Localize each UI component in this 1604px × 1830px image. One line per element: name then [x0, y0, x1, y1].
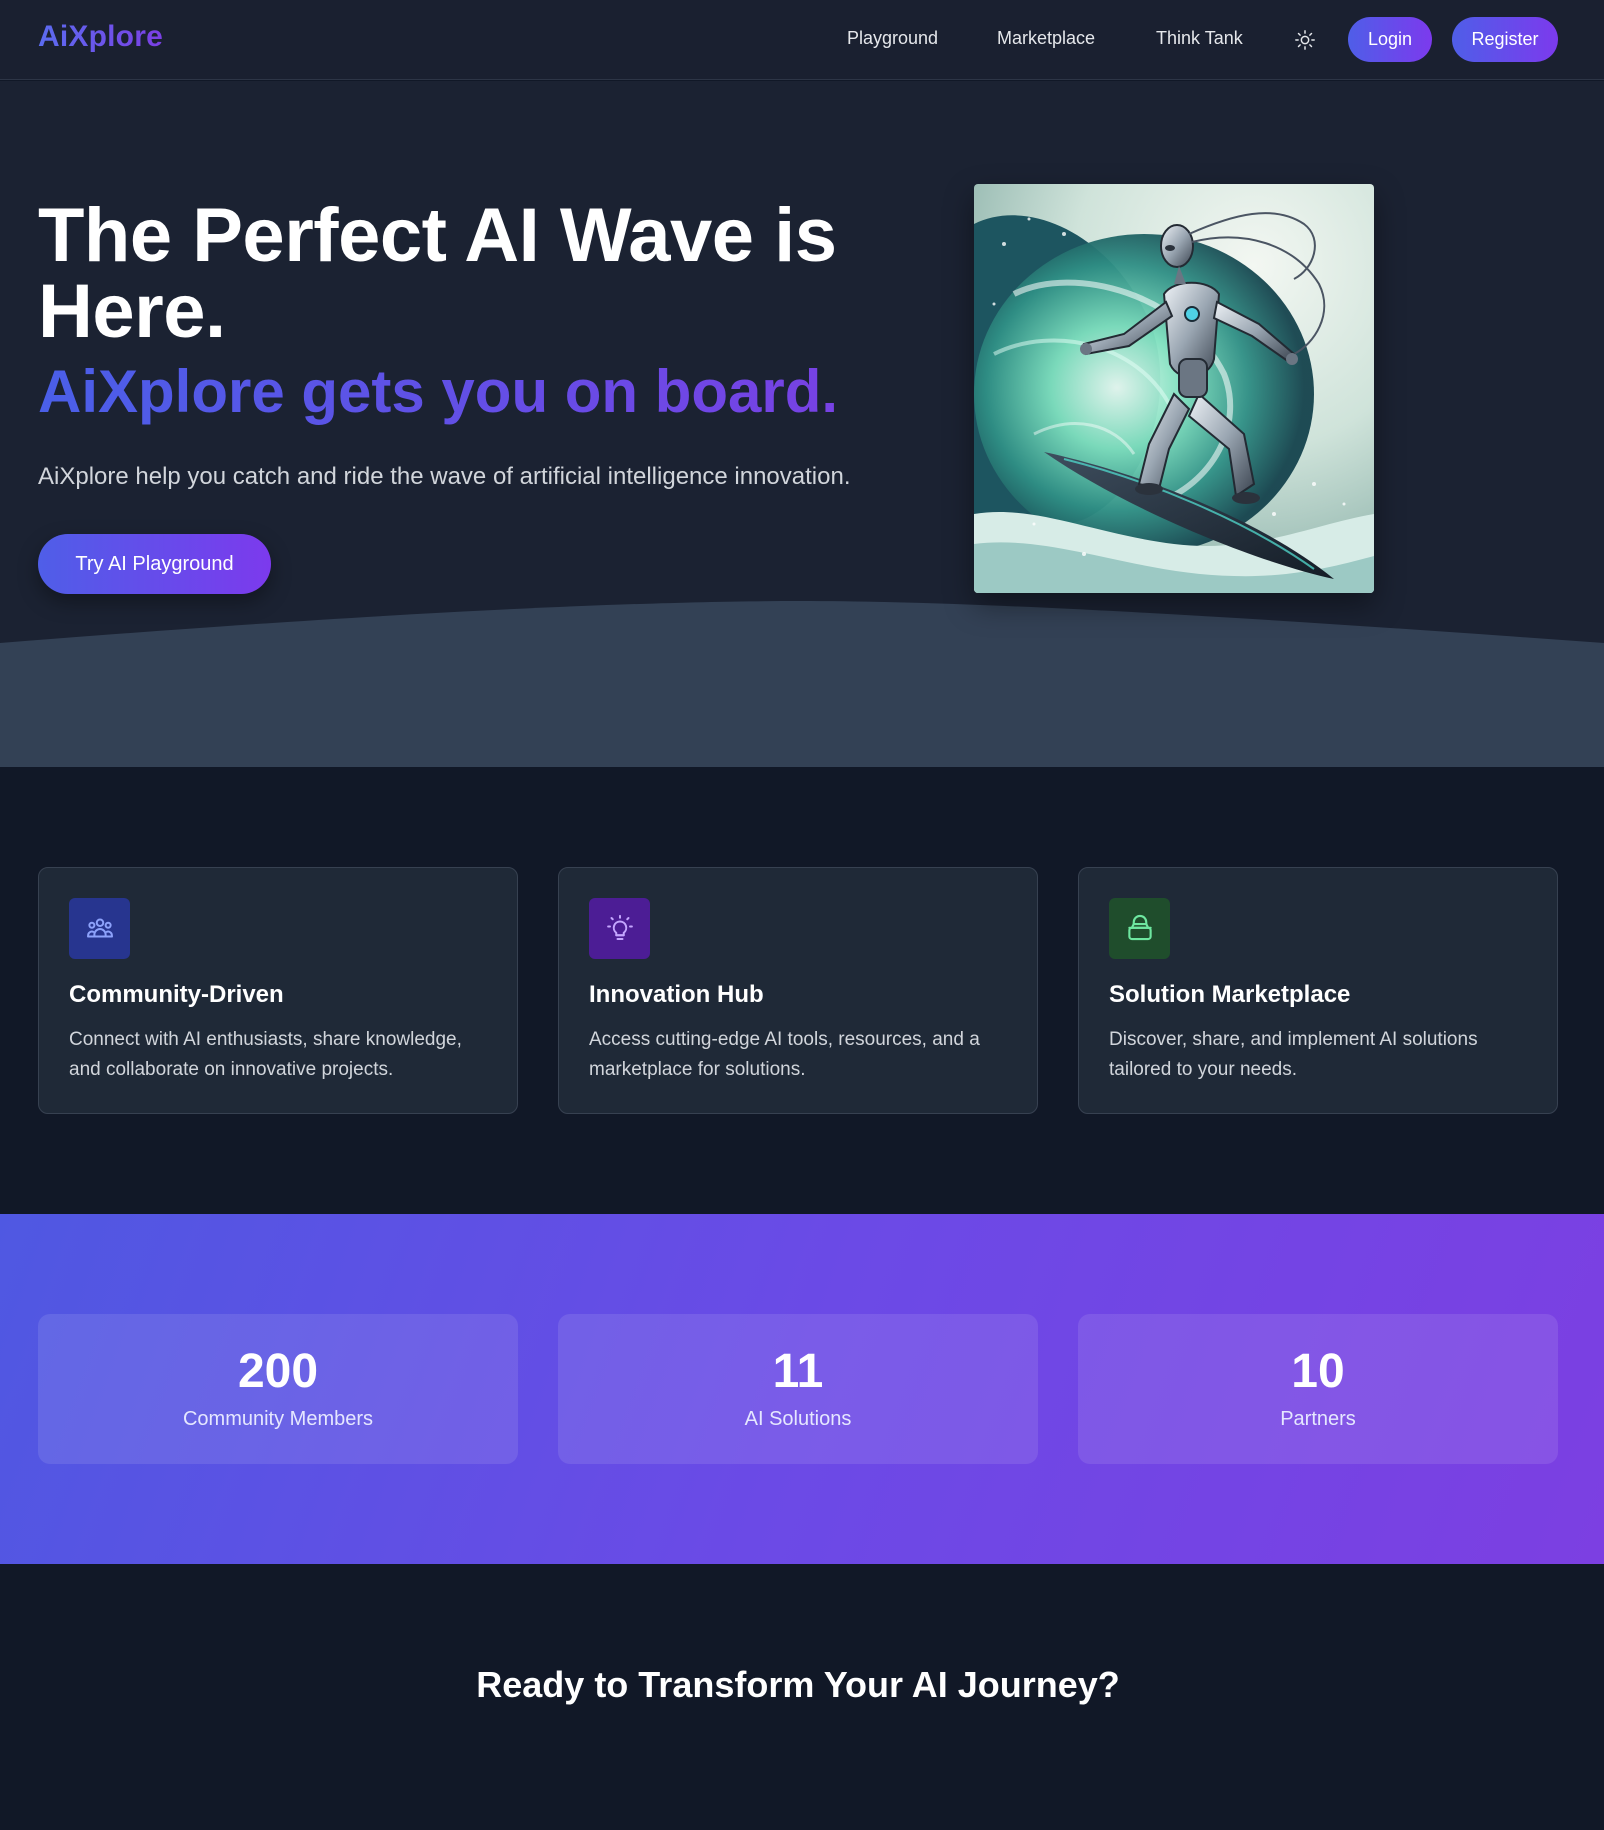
- feature-description: Discover, share, and implement AI soluti…: [1109, 1029, 1478, 1080]
- stat-value: 10: [1291, 1345, 1345, 1398]
- login-button[interactable]: Login: [1348, 17, 1432, 62]
- top-navigation: AiXplore Playground Marketplace Think Ta…: [0, 0, 1604, 80]
- feature-card-innovation: Innovation Hub Access cutting-edge AI to…: [558, 867, 1038, 1114]
- stat-value: 200: [237, 1345, 319, 1398]
- register-button[interactable]: Register: [1452, 17, 1558, 62]
- stat-label: Partners: [1280, 1408, 1356, 1430]
- try-playground-button[interactable]: Try AI Playground: [38, 534, 271, 594]
- brand-logo[interactable]: AiXplore: [38, 20, 163, 54]
- theme-toggle-button[interactable]: [1293, 28, 1317, 52]
- feature-description: Access cutting-edge AI tools, resources,…: [589, 1029, 980, 1080]
- shopping-bag-icon: [1109, 898, 1170, 959]
- hero-title: The Perfect AI Wave is Here.: [38, 193, 837, 354]
- stat-value: 11: [772, 1345, 824, 1398]
- hero-section: The Perfect AI Wave is Here. AiXplore ge…: [0, 81, 1604, 767]
- feature-card-community: Community-Driven Connect with AI enthusi…: [38, 867, 518, 1114]
- features-section: Community-Driven Connect with AI enthusi…: [0, 767, 1604, 1214]
- stat-card-members: 200 Community Members: [38, 1314, 518, 1464]
- stat-card-solutions: 11 AI Solutions: [558, 1314, 1038, 1464]
- stats-section: 200 Community Members 11 AI Solutions 10…: [0, 1214, 1604, 1564]
- bottom-cta-section: Ready to Transform Your AI Journey?: [0, 1564, 1604, 1830]
- sun-icon: [1295, 30, 1315, 50]
- nav-link-playground[interactable]: Playground: [847, 28, 938, 49]
- users-icon: [69, 898, 130, 959]
- nav-link-think-tank[interactable]: Think Tank: [1156, 28, 1243, 49]
- hero-description: AiXplore help you catch and ride the wav…: [38, 463, 851, 490]
- feature-title: Community-Driven: [69, 981, 284, 1008]
- bottom-cta-title: Ready to Transform Your AI Journey?: [476, 1664, 1120, 1705]
- feature-title: Innovation Hub: [589, 981, 764, 1008]
- stat-label: AI Solutions: [744, 1408, 852, 1430]
- lightbulb-icon: [589, 898, 650, 959]
- nav-link-marketplace[interactable]: Marketplace: [997, 28, 1095, 49]
- feature-card-marketplace: Solution Marketplace Discover, share, an…: [1078, 867, 1558, 1114]
- feature-description: Connect with AI enthusiasts, share knowl…: [69, 1029, 462, 1080]
- feature-title: Solution Marketplace: [1109, 981, 1351, 1008]
- stat-label: Community Members: [182, 1408, 374, 1430]
- stat-card-partners: 10 Partners: [1078, 1314, 1558, 1464]
- robot-surfer-illustration: [974, 184, 1374, 593]
- hero-subtitle: AiXplore gets you on board.: [38, 357, 898, 427]
